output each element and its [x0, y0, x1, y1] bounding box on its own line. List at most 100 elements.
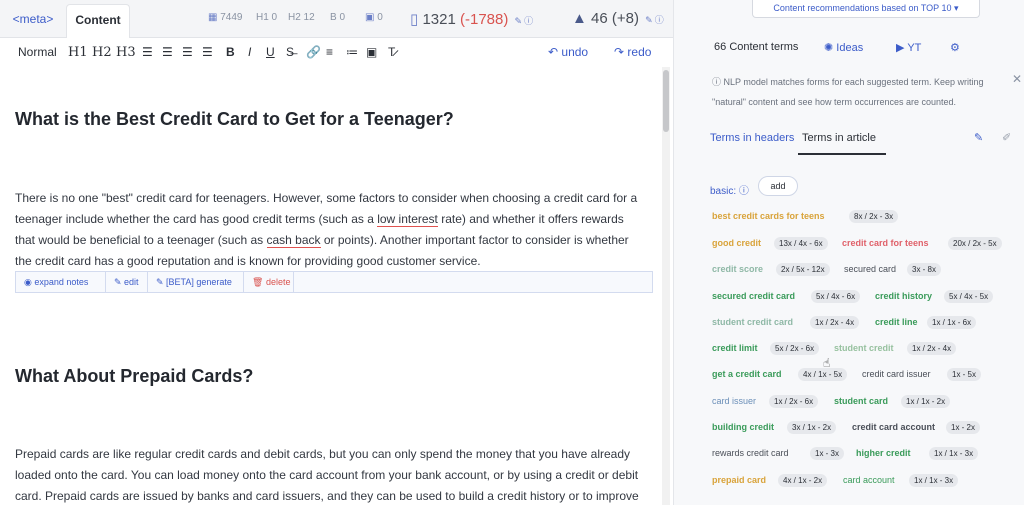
term-chip[interactable]: credit card issuer — [862, 369, 931, 379]
term-count-badge: 4x / 1x - 2x — [778, 474, 828, 487]
term-count-badge: 13x / 4x - 6x — [774, 237, 828, 250]
notes-bar: ◉ expand notes ✎ edit ✎ [BETA] generate … — [15, 271, 653, 293]
h1-button[interactable]: H1 — [68, 45, 88, 60]
term-count-badge: 5x / 4x - 5x — [944, 290, 994, 303]
redo-button[interactable]: ↷ redo — [614, 45, 651, 59]
strikethrough-icon[interactable]: S̶ — [286, 45, 294, 59]
edit-icon[interactable]: ✎ — [515, 16, 523, 26]
term-chip[interactable]: student credit card — [712, 317, 793, 327]
term-chip[interactable]: student card — [834, 396, 888, 406]
bold-button[interactable]: B — [226, 45, 235, 59]
term-chip[interactable]: prepaid card — [712, 475, 766, 485]
term-count-badge: 1x / 1x - 3x — [929, 447, 979, 460]
grad-cap-icon: ▲ — [572, 10, 587, 27]
style-select[interactable]: Normal — [18, 45, 57, 59]
h3-button[interactable]: H3 — [116, 45, 136, 60]
paragraph-line: the credit card has a good reputation an… — [15, 254, 481, 268]
tab-yt[interactable]: ▶ YT — [896, 41, 921, 54]
term-count-badge: 3x / 1x - 2x — [787, 421, 837, 434]
term-chip[interactable]: credit score — [712, 264, 763, 274]
tab-terms-in-headers[interactable]: Terms in headers — [710, 132, 794, 144]
align-right-icon[interactable]: ☰ — [182, 45, 193, 59]
term-count-badge: 5x / 4x - 6x — [811, 290, 861, 303]
underline-button[interactable]: U — [266, 45, 275, 59]
format-toolbar: Normal H1 H2 H3 ☰ ☰ ☰ ☰ B I U S̶ 🔗 ≡ ≔ ▣… — [0, 39, 662, 67]
term-subtabs: Terms in headers Terms in article ✎ ✐ — [674, 128, 1024, 158]
content-score: ▯ 1321 (-1788) ✎ ⓘ — [410, 10, 533, 28]
undo-button[interactable]: ↶ undo — [548, 45, 588, 59]
edit-icon[interactable]: ✐ — [1002, 131, 1011, 144]
term-chip[interactable]: credit limit — [712, 343, 758, 353]
term-chip[interactable]: best credit cards for teens — [712, 211, 825, 221]
word-count-stat: ▦ 7449 — [208, 12, 242, 23]
term-chip[interactable]: card account — [843, 475, 895, 485]
term-chip[interactable]: good credit — [712, 238, 761, 248]
paragraph-line: that would be beneficial to a teenager (… — [15, 233, 629, 248]
term-chip[interactable]: credit card for teens — [842, 238, 929, 248]
bullet-list-icon[interactable]: ≔ — [346, 45, 358, 59]
term-chip[interactable]: credit card account — [852, 422, 935, 432]
ordered-list-icon[interactable]: ≡ — [326, 45, 333, 59]
recommendations-dropdown[interactable]: Content recommendations based on TOP 10 … — [752, 0, 980, 18]
edit-note-button[interactable]: ✎ edit — [106, 272, 148, 292]
term-count-badge: 1x - 3x — [810, 447, 845, 460]
add-term-button[interactable]: add — [758, 176, 798, 196]
tab-ideas[interactable]: ✺ Ideas — [824, 41, 863, 54]
tab-terms-in-article[interactable]: Terms in article — [802, 132, 876, 144]
edit-icon[interactable]: ✎ — [645, 15, 653, 25]
tab-content-terms[interactable]: 66 Content terms — [714, 41, 798, 53]
word-count-value: 7449 — [220, 12, 243, 23]
align-center-icon[interactable]: ☰ — [162, 45, 173, 59]
term-chip[interactable]: secured credit card — [712, 291, 795, 301]
term-count-badge: 1x / 2x - 4x — [907, 342, 957, 355]
keyboard-icon: ▦ — [208, 12, 218, 23]
nlp-info-note: ⓘ NLP model matches forms for each sugge… — [712, 77, 984, 107]
term-count-badge: 20x / 2x - 5x — [948, 237, 1002, 250]
grade-score: ▲ 46 (+8) ✎ ⓘ — [572, 10, 664, 27]
image-count-value: 0 — [377, 12, 383, 23]
align-justify-icon[interactable]: ☰ — [202, 45, 213, 59]
delete-note-button[interactable]: 🗑 delete — [244, 272, 294, 292]
lightbulb-icon: ✺ — [824, 42, 834, 54]
link-icon[interactable]: 🔗 — [306, 45, 321, 59]
term-chip[interactable]: card issuer — [712, 396, 756, 406]
term-chip[interactable]: credit line — [875, 317, 918, 327]
info-icon[interactable]: ⓘ — [655, 15, 664, 25]
term-chip[interactable]: rewards credit card — [712, 448, 789, 458]
paragraph-1: There is no one "best" credit card for t… — [15, 188, 655, 272]
h2-button[interactable]: H2 — [92, 45, 112, 60]
clear-format-icon[interactable]: T̷ — [388, 45, 395, 59]
term-count-badge: 1x - 5x — [947, 368, 982, 381]
tab-meta[interactable]: <meta> — [2, 4, 64, 38]
term-count-badge: 1x / 2x - 4x — [810, 316, 860, 329]
score-diff: (-1788) — [459, 11, 509, 28]
redo-label: redo — [627, 45, 652, 59]
italic-button[interactable]: I — [248, 45, 251, 59]
terms-icon: 66 — [714, 41, 727, 53]
redo-icon: ↷ — [614, 45, 625, 59]
editor-content[interactable]: What is the Best Credit Card to Get for … — [0, 67, 660, 505]
bold-count-stat: B 0 — [330, 12, 346, 23]
term-chip[interactable]: get a credit card — [712, 369, 782, 379]
close-icon[interactable]: ✕ — [1012, 72, 1022, 86]
image-insert-icon[interactable]: ▣ — [366, 45, 377, 59]
heading-prepaid: What About Prepaid Cards? — [15, 366, 254, 386]
tab-content[interactable]: Content — [66, 4, 130, 38]
settings-sliders-icon[interactable]: ⚙ — [950, 41, 960, 54]
pin-icon[interactable]: ✎ — [974, 131, 983, 144]
term-chip[interactable]: higher credit — [856, 448, 911, 458]
info-icon[interactable]: ⓘ — [524, 16, 533, 26]
expand-notes-button[interactable]: ◉ expand notes — [16, 272, 106, 292]
editor-scrollbar-thumb[interactable] — [663, 70, 669, 132]
term-chip[interactable]: building credit — [712, 422, 774, 432]
generate-button[interactable]: ✎ [BETA] generate — [148, 272, 244, 292]
term-chip[interactable]: secured card — [844, 264, 896, 274]
h1-count-stat: H1 0 — [256, 12, 278, 23]
term-chip[interactable]: credit history — [875, 291, 932, 301]
heading-teenager: What is the Best Credit Card to Get for … — [15, 109, 454, 129]
align-left-icon[interactable]: ☰ — [142, 45, 153, 59]
term-chip[interactable]: student credit — [834, 343, 894, 353]
editor-scrollbar-track[interactable] — [662, 67, 670, 505]
basic-label: basic: ⓘ — [710, 186, 749, 197]
term-count-badge: 5x / 2x - 6x — [770, 342, 820, 355]
